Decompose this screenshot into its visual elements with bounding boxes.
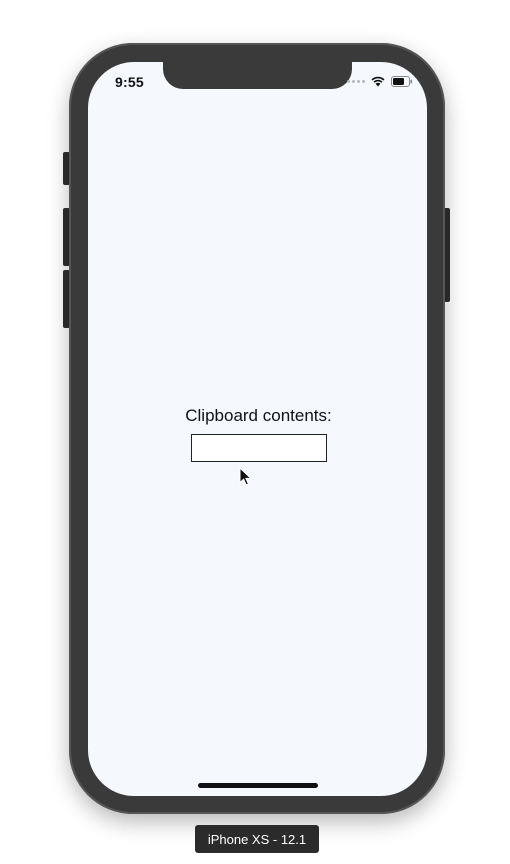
home-indicator[interactable] xyxy=(198,783,318,788)
mouse-pointer-icon xyxy=(239,467,252,486)
phone-screen: 9:55 Clipboard contents: xyxy=(88,62,427,796)
status-time: 9:55 xyxy=(115,74,144,90)
device-badge: iPhone XS - 12.1 xyxy=(195,825,319,853)
signal-icon xyxy=(347,80,365,83)
simulator-window: 9:55 Clipboard contents: iPhone XS - 12.… xyxy=(0,0,510,864)
notch xyxy=(163,62,352,89)
clipboard-input[interactable] xyxy=(190,434,327,462)
status-indicators xyxy=(347,76,413,87)
wifi-icon xyxy=(371,76,385,87)
battery-icon xyxy=(391,76,413,87)
clipboard-section: Clipboard contents: xyxy=(88,406,427,462)
clipboard-label: Clipboard contents: xyxy=(185,406,332,425)
